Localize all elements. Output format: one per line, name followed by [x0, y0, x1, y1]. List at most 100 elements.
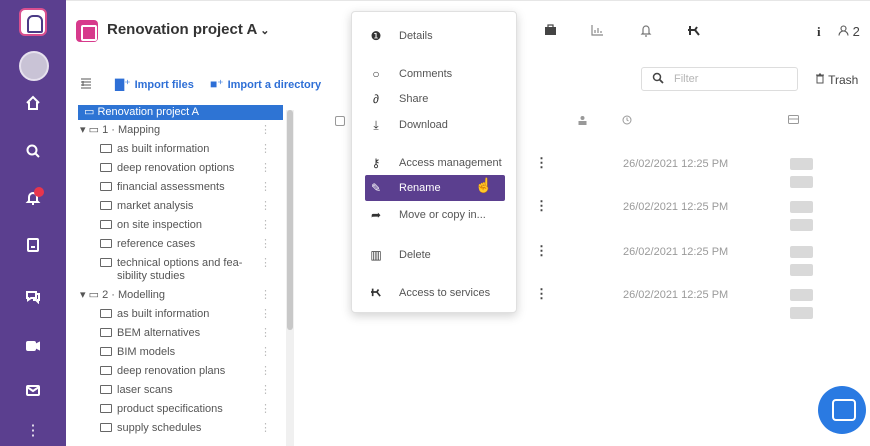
tree-item[interactable]: BEM alternatives ⋮ [100, 325, 271, 342]
folder-add-icon: ■⁺ [210, 77, 224, 91]
more-icon[interactable]: ⋮ [260, 217, 271, 234]
import-files-button[interactable]: ▇⁺ Import files [115, 77, 194, 91]
clock-icon[interactable] [622, 115, 632, 128]
menu-item-delete[interactable]: ▥ Delete [352, 245, 518, 265]
services-icon [369, 286, 383, 300]
more-icon[interactable]: ⋮ [260, 236, 271, 253]
contacts-icon[interactable] [20, 237, 46, 259]
video-icon[interactable] [20, 338, 46, 360]
more-vertical-icon[interactable]: ⋮ [20, 420, 46, 442]
tree-item[interactable]: as built information ⋮ [100, 141, 271, 158]
more-icon[interactable]: ⋮ [260, 179, 271, 196]
folder-icon [100, 328, 112, 337]
tree-item-label: laser scans [117, 384, 173, 396]
project-title[interactable]: Renovation project A ⌄ [107, 21, 270, 38]
info-icon[interactable]: i [817, 24, 821, 40]
user-count[interactable]: 2 [838, 24, 860, 39]
search-icon[interactable] [20, 143, 46, 165]
more-icon[interactable]: ⋮ [260, 122, 271, 139]
tree-item[interactable]: financial assessments ⋮ [100, 179, 271, 196]
user-avatar[interactable] [19, 51, 49, 81]
menu-item-details[interactable]: ❶ Details [352, 26, 518, 46]
tree-item[interactable]: market analysis ⋮ [100, 198, 271, 215]
tree-item-label: deep renovation plans [117, 365, 226, 377]
row-menu-icon[interactable]: ⋮ [535, 286, 548, 302]
more-icon[interactable]: ⋮ [260, 287, 271, 304]
folder-icon [100, 385, 112, 394]
more-icon[interactable]: ⋮ [260, 255, 271, 272]
more-icon[interactable]: ⋮ [260, 401, 271, 418]
more-icon[interactable]: ⋮ [260, 306, 271, 323]
select-all-checkbox[interactable] [335, 116, 345, 126]
row-badges [790, 245, 839, 276]
scrollbar-thumb[interactable] [287, 110, 293, 330]
tree-item-continuation: sibility studies [117, 268, 185, 285]
home-icon[interactable] [20, 95, 46, 117]
comment-icon: ○ [372, 67, 380, 81]
more-icon[interactable]: ⋮ [260, 198, 271, 215]
notification-badge [34, 187, 44, 197]
more-icon[interactable]: ⋮ [260, 344, 271, 361]
menu-item-label: Access to services [399, 287, 491, 299]
project-icon [76, 20, 98, 42]
tree-item[interactable]: reference cases ⋮ [100, 236, 271, 253]
more-icon[interactable]: ⋮ [260, 382, 271, 399]
tree-item[interactable]: deep renovation options ⋮ [100, 160, 271, 177]
tree-group-modelling[interactable]: ▾ ▭ 2 · Modelling ⋮ [80, 287, 271, 304]
tree-group-mapping[interactable]: ▾ ▭ 1 · Mapping ⋮ [80, 122, 271, 139]
trash-button[interactable]: Trash [815, 73, 858, 87]
more-icon[interactable]: ⋮ [260, 363, 271, 380]
tree-item-label: market analysis [117, 200, 194, 212]
import-directory-button[interactable]: ■⁺ Import a directory [210, 77, 321, 91]
tree-item[interactable]: product specifications ⋮ [100, 401, 271, 418]
more-icon[interactable]: ⋮ [260, 141, 271, 158]
tree-item[interactable]: deep renovation plans ⋮ [100, 363, 271, 380]
menu-item-download[interactable]: ⤓ Download [352, 115, 518, 135]
menu-item-share[interactable]: ∂ Share [352, 89, 518, 109]
tree-item[interactable]: BIM models ⋮ [100, 344, 271, 361]
tree-item-label: sibility studies [117, 270, 185, 282]
tree-item[interactable]: on site inspection ⋮ [100, 217, 271, 234]
file-add-icon: ▇⁺ [115, 77, 131, 91]
tree-item-label: deep renovation options [117, 162, 235, 174]
owner-column-icon[interactable] [578, 115, 587, 128]
caret-down-icon: ▾ [80, 289, 86, 301]
collapse-tree-icon[interactable] [80, 78, 92, 92]
chat-icon[interactable] [20, 288, 46, 310]
storage-column-icon[interactable] [788, 115, 799, 127]
chart-icon[interactable] [591, 24, 604, 39]
user-count-value: 2 [852, 24, 860, 39]
tree-item-label: BEM alternatives [117, 327, 201, 339]
menu-item-comments[interactable]: ○ Comments [352, 64, 518, 84]
mail-icon[interactable] [20, 382, 46, 404]
menu-item-label: Details [399, 30, 433, 42]
app-logo[interactable] [19, 8, 47, 36]
more-icon[interactable]: ⋮ [260, 160, 271, 177]
menu-item-access-services[interactable]: Access to services [352, 283, 518, 303]
tree-root[interactable]: ▭ Renovation project A [78, 105, 283, 120]
bell-outline-icon[interactable] [640, 24, 652, 40]
more-icon[interactable]: ⋮ [260, 325, 271, 342]
chevron-down-icon[interactable]: ⌄ [260, 25, 269, 37]
tree-scrollbar[interactable] [286, 110, 294, 446]
bell-icon[interactable] [20, 187, 46, 212]
row-date: 26/02/2021 12:25 PM [623, 158, 729, 170]
tree-item[interactable]: as built information ⋮ [100, 306, 271, 323]
user-icon [838, 25, 849, 36]
support-chat-button[interactable] [818, 386, 866, 434]
row-menu-icon[interactable]: ⋮ [535, 198, 548, 214]
filter-placeholder: Filter [674, 73, 699, 85]
filter-input[interactable]: Filter [641, 67, 798, 91]
row-menu-icon[interactable]: ⋮ [535, 243, 548, 259]
row-menu-icon[interactable]: ⋮ [535, 155, 548, 171]
services-icon[interactable] [687, 24, 701, 39]
tree-item[interactable]: laser scans ⋮ [100, 382, 271, 399]
briefcase-icon[interactable] [544, 24, 557, 39]
menu-item-access-management[interactable]: ⚷ Access management [352, 153, 518, 173]
tree-item[interactable]: supply schedules ⋮ [100, 420, 271, 437]
app-root: ⋮ Renovation project A ⌄ i 2 ▇⁺ Import fil… [0, 0, 870, 446]
more-icon[interactable]: ⋮ [260, 420, 271, 437]
folder-icon [100, 163, 112, 172]
row-badges [790, 288, 839, 319]
menu-item-move-copy[interactable]: ➦ Move or copy in... [352, 205, 518, 225]
